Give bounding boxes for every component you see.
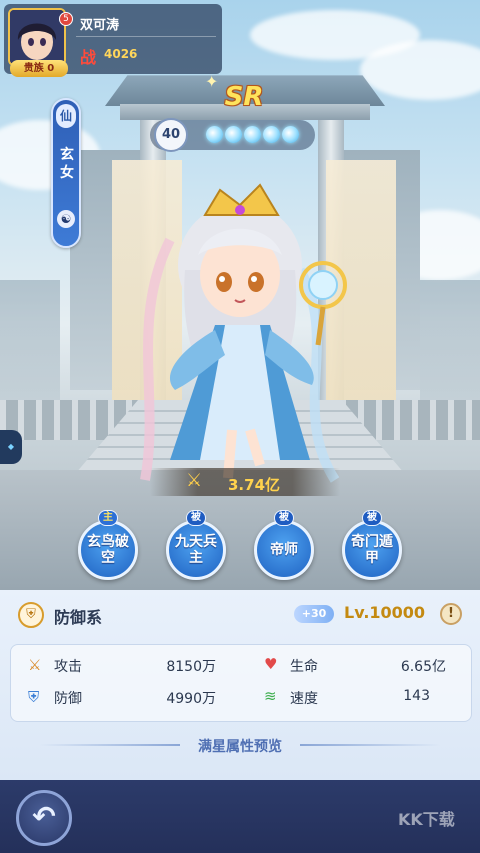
awaken-star-row [206,126,299,143]
hero-character-illustration[interactable] [140,160,350,490]
player-name: 双可涛 [80,18,120,33]
stat-value-speed: 143 [403,688,430,704]
watermark: KK下载 [398,810,455,829]
player-avatar-portrait [10,10,64,64]
hero-faction-tag: 仙 玄女 ☯ [51,98,81,248]
skill-type-tag: 主 [98,510,118,526]
side-event-logo[interactable]: ◆ [0,430,22,464]
shield-icon: ⛨ [28,688,40,706]
faction-label: 仙 [56,104,76,128]
divider [40,744,180,746]
awaken-star-icon [244,126,261,143]
skill-name: 奇门遁甲 [351,534,393,566]
eye [216,272,232,292]
hero-role-label: 防御系 [54,608,103,627]
skill-button-3[interactable]: 被 帝师 [254,510,314,580]
awaken-star-icon [225,126,242,143]
stat-value-hp: 6.65亿 [400,659,446,675]
skill-name: 帝师 [270,542,298,558]
crossed-swords-icon: ⚔ [186,470,203,491]
skill-name: 玄鸟破空 [87,534,129,566]
cloud [360,40,480,100]
stat-label-speed: 速度 [290,691,318,707]
hero-level-text: Lv.10000 [344,603,426,622]
side-event-icon: ◆ [7,442,15,451]
eye [248,272,264,292]
awaken-star-icon [206,126,223,143]
skill-name: 九天兵主 [175,534,217,566]
skill-button-2[interactable]: 被 九天兵主 [166,510,226,580]
skill-button-4[interactable]: 被 奇门遁甲 [342,510,402,580]
crown-gem [235,205,245,215]
stat-label-hp: 生命 [290,659,318,675]
skill-type-tag: 被 [274,510,294,526]
eye-highlight [219,276,225,282]
lotus-orb [308,270,338,300]
noble-level-tag[interactable]: 贵族 0 [10,60,68,77]
divider [76,36,216,37]
back-button[interactable]: ↶ [16,790,72,846]
info-button[interactable]: ! [440,603,462,625]
player-info-card[interactable]: 5 贵族 0 双可涛 战 4026 [4,4,222,77]
skill-type-tag: 被 [186,510,206,526]
yin-yang-icon[interactable]: ☯ [57,210,75,228]
level-bonus-badge: +30 [294,605,334,623]
rarity-badge: SR [224,82,264,112]
hero-level: 40 [154,118,188,152]
shield-icon: ⛨ [18,602,44,628]
divider [300,744,440,746]
stat-label-defense: 防御 [54,691,82,707]
skill-type-tag: 被 [362,510,382,526]
ribbon [140,237,175,481]
full-star-preview-link[interactable]: 满星属性预览 [180,736,300,756]
stat-label-attack: 攻击 [54,659,82,675]
heart-icon: ♥ [264,655,278,673]
player-power-value: 4026 [104,47,138,61]
eye-highlight [251,276,257,282]
stat-value-attack: 8150万 [166,659,216,675]
back-arrow-icon: ↶ [32,800,56,833]
battle-power-icon: 战 [80,48,97,67]
sword-icon: ⚔ [28,656,42,674]
awaken-star-icon [282,126,299,143]
hero-name-vertical: 玄女 [60,147,74,181]
awaken-star-icon [263,126,280,143]
player-avatar[interactable] [8,8,66,66]
skill-button-1[interactable]: 主 玄鸟破空 [78,510,138,580]
speed-icon: ≋ [264,687,277,705]
stat-value-defense: 4990万 [166,691,216,707]
avatar-rank-badge: 5 [59,12,73,26]
hero-battle-power: 3.74亿 [228,476,281,494]
